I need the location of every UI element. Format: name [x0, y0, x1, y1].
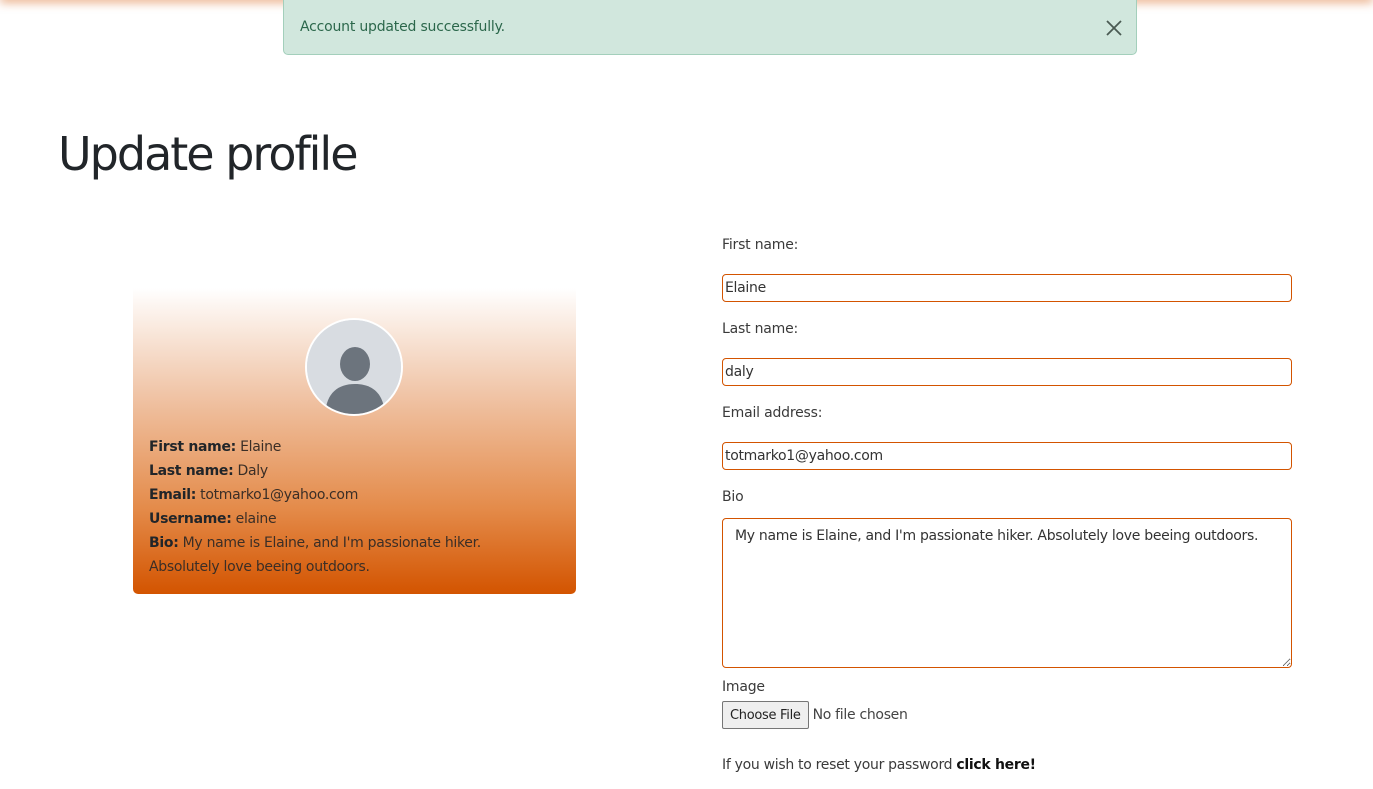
profile-email: Email: totmarko1@yahoo.com	[149, 487, 359, 503]
image-file-input: Choose File No file chosen	[722, 701, 908, 729]
first-name-label: First name:	[722, 237, 799, 253]
reset-password-link[interactable]: click here!	[956, 757, 1036, 773]
reset-password-text: If you wish to reset your password	[722, 757, 957, 773]
last-name-field[interactable]	[722, 358, 1292, 386]
email-field[interactable]	[722, 442, 1292, 470]
file-status-text: No file chosen	[812, 707, 908, 723]
image-label: Image	[722, 679, 765, 695]
avatar	[305, 318, 403, 416]
email-label: Email address:	[722, 405, 823, 421]
success-alert: Account updated successfully.	[283, 0, 1137, 55]
last-name-label: Last name:	[722, 321, 799, 337]
profile-last-name: Last name: Daly	[149, 463, 268, 479]
bio-label: Bio	[722, 489, 744, 505]
profile-bio: Bio: My name is Elaine, and I'm passiona…	[149, 535, 481, 575]
user-silhouette-icon	[307, 320, 401, 414]
profile-first-name: First name: Elaine	[149, 439, 282, 455]
page-title: Update profile	[58, 127, 359, 181]
reset-password-line: If you wish to reset your password click…	[722, 757, 1036, 773]
choose-file-button[interactable]: Choose File	[722, 701, 809, 729]
close-icon[interactable]	[1104, 18, 1124, 38]
bio-textarea[interactable]: My name is Elaine, and I'm passionate hi…	[722, 518, 1292, 668]
profile-username: Username: elaine	[149, 511, 277, 527]
profile-card: First name: Elaine Last name: Daly Email…	[133, 288, 576, 594]
first-name-field[interactable]	[722, 274, 1292, 302]
profile-details: First name: Elaine Last name: Daly Email…	[149, 435, 549, 579]
alert-message: Account updated successfully.	[300, 19, 505, 35]
